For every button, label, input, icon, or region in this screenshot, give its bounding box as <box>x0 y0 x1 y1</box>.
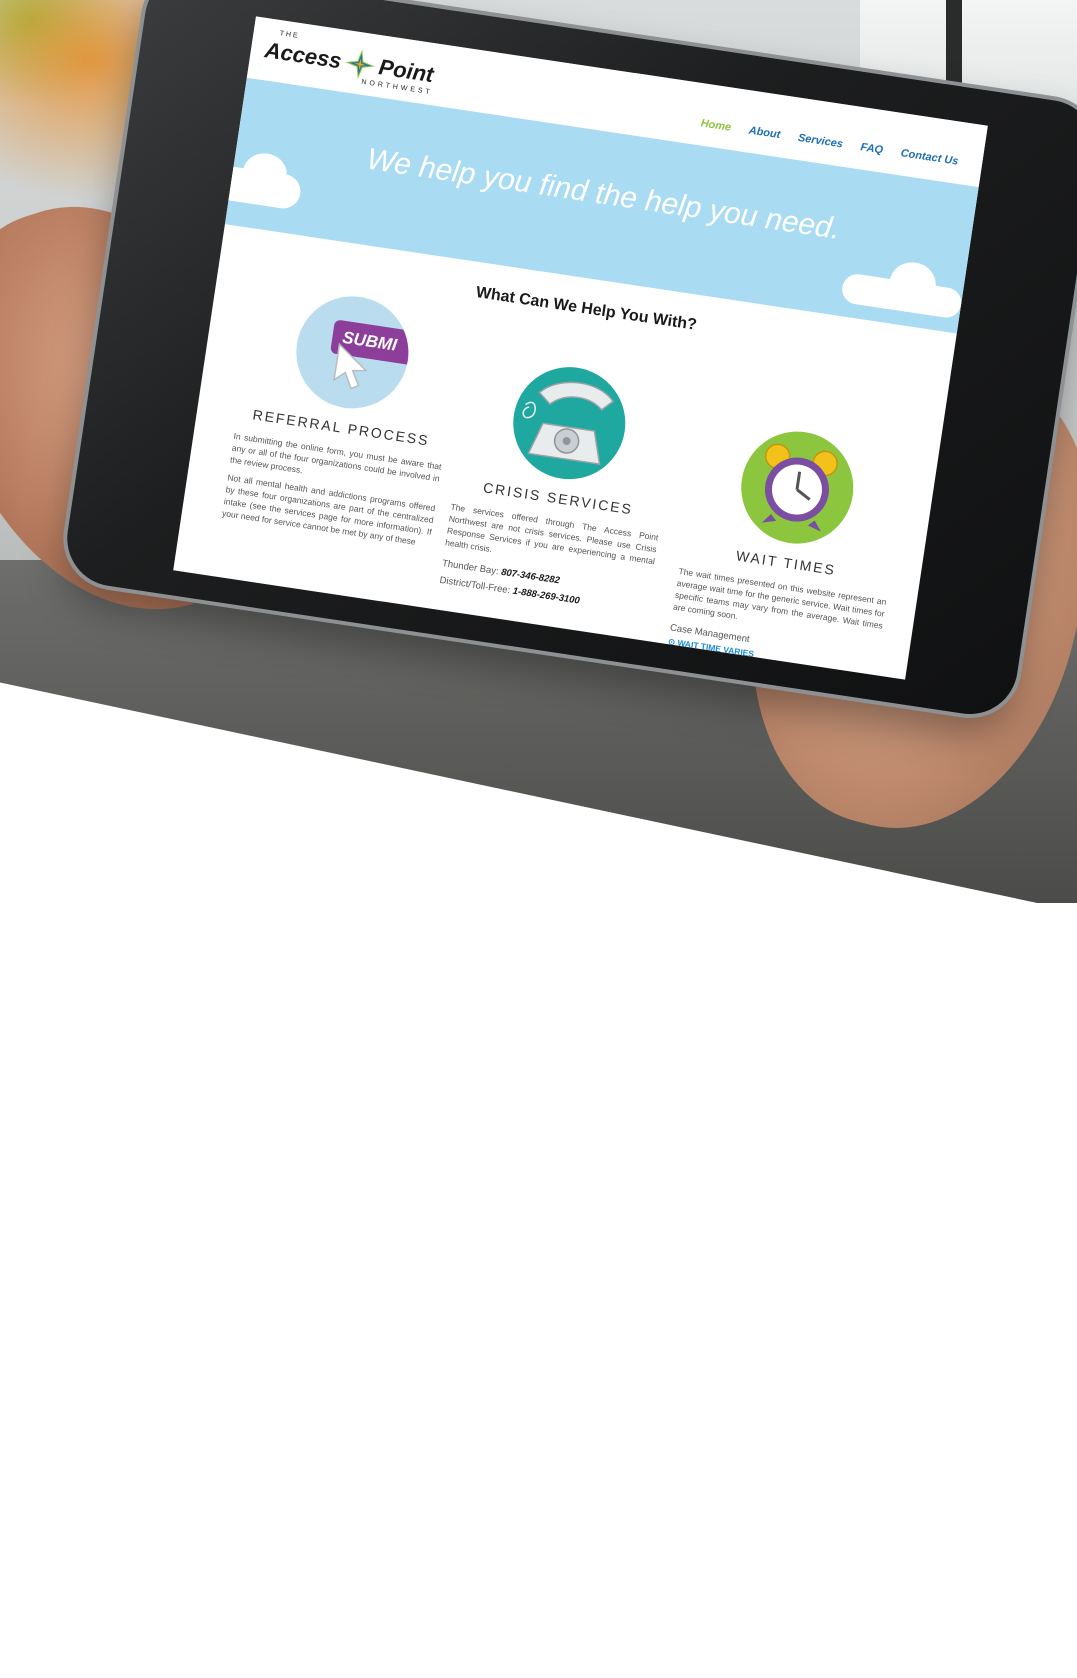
star-logo-icon <box>345 49 375 80</box>
wait-times-illustration <box>733 423 861 552</box>
nav-about[interactable]: About <box>748 125 781 142</box>
phone-label-1: Thunder Bay: <box>441 557 500 578</box>
referral-illustration: SUBMI <box>288 288 417 416</box>
alarm-clock-icon <box>761 443 838 532</box>
referral-column: SUBMI REFERRAL PROCESS In submitting the… <box>221 281 464 549</box>
tablet-screen: THE Access Point NORTHWEST Home About Se… <box>173 16 988 680</box>
logo-access-text: Access <box>263 37 344 74</box>
nav-contact[interactable]: Contact Us <box>900 147 959 167</box>
telephone-icon <box>522 381 615 465</box>
nav-home[interactable]: Home <box>700 117 732 133</box>
wait-times-column: WAIT TIMES The wait times presented on t… <box>667 417 909 678</box>
nav-faq[interactable]: FAQ <box>860 141 884 156</box>
phone-label-2: District/Toll-Free: <box>438 574 511 597</box>
phone-number-2[interactable]: 1-888-269-3100 <box>512 586 580 607</box>
crisis-illustration <box>505 359 633 487</box>
logo-the: THE <box>279 30 300 41</box>
phone-number-1[interactable]: 807-346-8282 <box>500 567 560 587</box>
cursor-arrow-icon <box>333 342 368 390</box>
nav-services[interactable]: Services <box>797 132 844 151</box>
crisis-column: CRISIS SERVICES The services offered thr… <box>439 352 682 616</box>
